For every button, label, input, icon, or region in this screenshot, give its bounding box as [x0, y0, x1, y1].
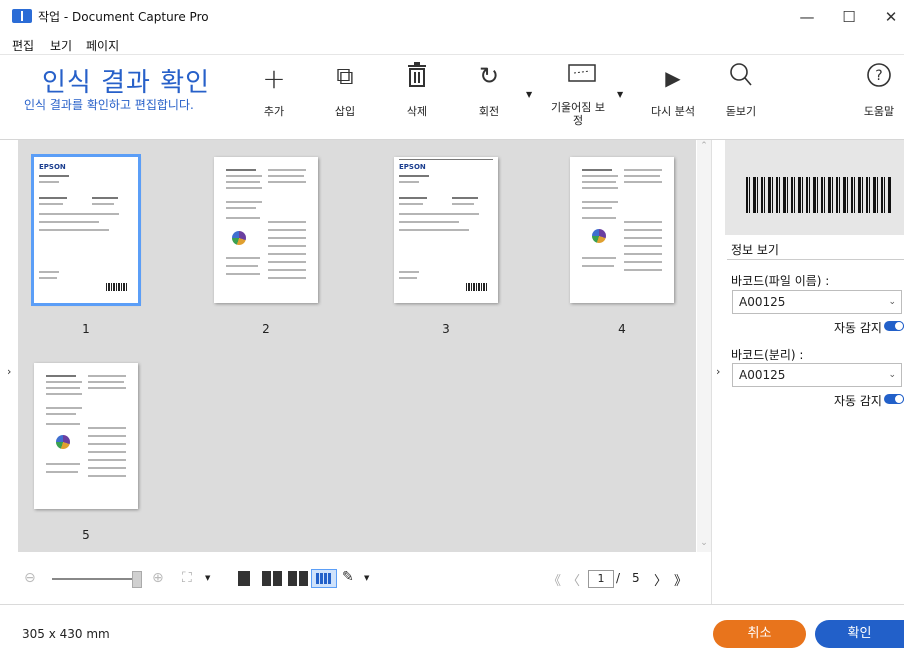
page-title: 인식 결과 확인 — [42, 68, 211, 98]
trash-icon[interactable] — [397, 62, 437, 94]
menu-page[interactable]: 페이지 — [86, 37, 119, 54]
delete-button-label[interactable]: 삭제 — [382, 105, 452, 118]
barcode-filename-label: 바코드(파일 이름) : — [731, 274, 830, 288]
insert-page-icon[interactable]: ⧉ — [325, 62, 365, 94]
edit-dropdown-icon[interactable]: ▼ — [364, 574, 369, 582]
reanalyze-button-label[interactable]: 다시 분석 — [638, 105, 708, 118]
two-page-view-icon[interactable] — [262, 571, 282, 586]
page-total: 5 — [632, 571, 640, 585]
scroll-down-icon[interactable]: ⌄ — [697, 538, 711, 548]
chevron-down-icon: ⌄ — [888, 297, 896, 307]
expand-left-panel-icon[interactable]: › — [7, 365, 11, 378]
barcode-split-select[interactable]: A00125 ⌄ — [732, 363, 902, 387]
single-view-icon[interactable] — [238, 571, 250, 586]
page-number-3: 3 — [442, 322, 450, 336]
deskew-button-label-2[interactable]: 정 — [543, 114, 613, 127]
last-page-button[interactable]: 》 — [674, 570, 687, 589]
magnifier-icon[interactable] — [721, 62, 761, 94]
menu-bar — [0, 34, 904, 55]
barcode-split-label: 바코드(분리) : — [731, 348, 804, 362]
menu-view[interactable]: 보기 — [50, 37, 72, 54]
fit-page-icon[interactable]: ⛶ — [182, 570, 192, 586]
rotate-dropdown-icon[interactable]: ▼ — [526, 90, 532, 99]
auto-detect-toggle-2[interactable] — [884, 394, 904, 404]
ok-button[interactable]: 확인 — [815, 620, 904, 648]
page-thumbnail-2[interactable] — [214, 157, 318, 303]
play-icon[interactable]: ▶ — [653, 66, 693, 98]
grid-view-icon[interactable] — [288, 571, 308, 586]
barcode-image — [746, 177, 891, 213]
rotate-button-label[interactable]: 회전 — [454, 105, 524, 118]
cancel-button[interactable]: 취소 — [713, 620, 806, 648]
page-thumbnail-4[interactable] — [570, 157, 674, 303]
insert-button-label[interactable]: 삽입 — [310, 105, 380, 118]
page-number-1: 1 — [82, 322, 90, 336]
page-thumbnail-3[interactable]: EPSON — [394, 157, 498, 303]
add-button-label[interactable]: 추가 — [239, 105, 309, 118]
menu-edit[interactable]: 편집 — [12, 37, 34, 54]
help-button-label[interactable]: 도움말 — [844, 105, 904, 118]
svg-text:?: ? — [875, 68, 882, 84]
app-icon — [12, 9, 32, 23]
page-subtitle: 인식 결과를 확인하고 편집합니다. — [24, 98, 194, 112]
page-number-4: 4 — [618, 322, 626, 336]
window-title: 작업 - Document Capture Pro — [38, 10, 209, 24]
page-size-text: 305 x 430 mm — [22, 627, 110, 641]
deskew-button-label-1[interactable]: 기울어짐 보 — [543, 101, 613, 114]
expand-right-panel-icon[interactable]: › — [716, 365, 720, 378]
zoom-button-label[interactable]: 돋보기 — [706, 105, 776, 118]
barcode-filename-select[interactable]: A00125 ⌄ — [732, 290, 902, 314]
scroll-up-icon[interactable]: ⌃ — [697, 141, 711, 151]
auto-detect-label-2: 자동 감지 — [834, 394, 882, 408]
edit-view-icon[interactable]: ✎ — [342, 569, 354, 585]
deskew-icon[interactable] — [562, 62, 602, 94]
next-page-button[interactable]: 〉 — [654, 570, 667, 589]
page-thumbnail-1[interactable]: EPSON — [31, 154, 141, 306]
deskew-dropdown-icon[interactable]: ▼ — [617, 90, 623, 99]
prev-page-button[interactable]: 〈 — [567, 570, 580, 589]
auto-detect-toggle-1[interactable] — [884, 321, 904, 331]
minimize-button[interactable]: — — [786, 4, 828, 30]
close-button[interactable]: ✕ — [870, 4, 904, 30]
chevron-down-icon: ⌄ — [888, 370, 896, 380]
page-number-2: 2 — [262, 322, 270, 336]
zoom-in-icon[interactable]: ⊕ — [152, 570, 164, 586]
auto-detect-label-1: 자동 감지 — [834, 321, 882, 335]
fit-dropdown-icon[interactable]: ▼ — [205, 574, 210, 582]
thumbnail-scrollbar[interactable] — [697, 140, 711, 552]
page-separator: / — [616, 571, 621, 585]
plus-icon[interactable]: + — [254, 62, 294, 95]
page-number-5: 5 — [82, 528, 90, 542]
divider — [727, 259, 904, 260]
zoom-out-icon[interactable]: ⊖ — [24, 570, 36, 586]
zoom-slider-track[interactable] — [52, 578, 134, 580]
page-number-input[interactable]: 1 — [588, 570, 614, 588]
thumbnail-view-icon[interactable] — [311, 569, 337, 588]
help-icon[interactable]: ? — [859, 62, 899, 94]
rotate-icon[interactable]: ↻ — [469, 62, 509, 94]
first-page-button[interactable]: 《 — [548, 570, 561, 589]
maximize-button[interactable]: ☐ — [828, 4, 870, 30]
zoom-slider-thumb[interactable] — [132, 571, 142, 588]
info-panel-title: 정보 보기 — [731, 243, 779, 257]
page-thumbnail-5[interactable] — [34, 363, 138, 509]
